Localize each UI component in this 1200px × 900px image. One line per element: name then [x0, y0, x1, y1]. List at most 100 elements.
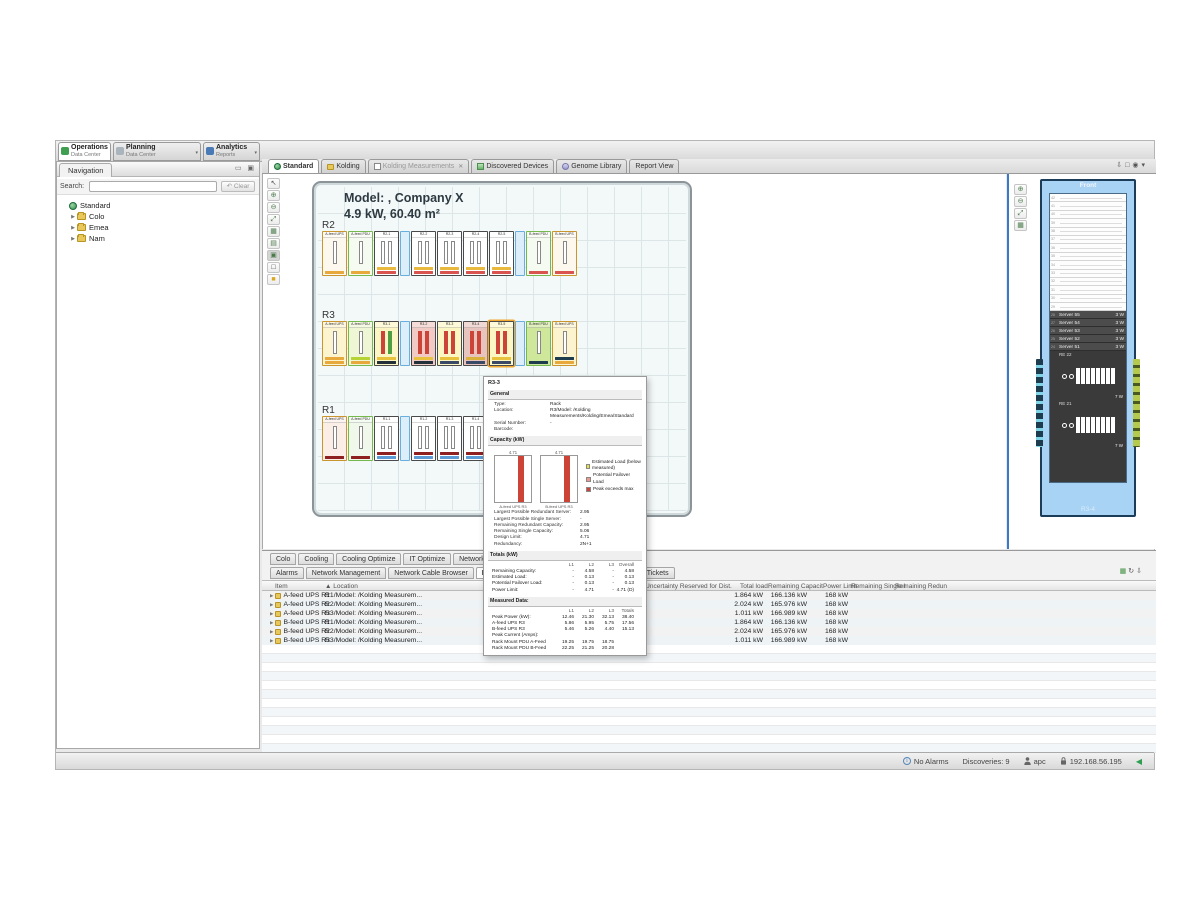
- rack-r2-5[interactable]: R2-5: [489, 231, 514, 276]
- expand-arrow-icon[interactable]: ▶: [270, 593, 273, 599]
- editor-tab-kolding-measurements[interactable]: Kolding Measurements✕: [368, 159, 470, 173]
- rack-r3-1[interactable]: R3-1: [374, 321, 399, 366]
- column-header-remaining-capacit[interactable]: Remaining Capacit: [768, 583, 823, 590]
- table-row[interactable]: ▶B-feed UPS R1R1/Model: /Kolding Measure…: [262, 618, 1156, 627]
- bottom-tab-network-cable-browser[interactable]: Network Cable Browser: [388, 567, 474, 579]
- status-user[interactable]: apc: [1024, 757, 1046, 766]
- close-icon[interactable]: ✕: [458, 163, 463, 170]
- bottom-tab-cooling[interactable]: Cooling: [298, 553, 334, 565]
- rack-a-feed-ups[interactable]: A-feed UPS: [322, 416, 347, 461]
- rack-r3-5[interactable]: R3-5: [489, 321, 514, 366]
- editor-tab-report-view[interactable]: Report View: [629, 159, 679, 173]
- rack-unit-server[interactable]: 28Server 553 W: [1050, 311, 1126, 319]
- export-icon[interactable]: ⇩: [1136, 568, 1144, 575]
- rack-r1-3[interactable]: R1-3: [437, 416, 462, 461]
- bottom-tab-network-management[interactable]: Network Management: [306, 567, 386, 579]
- tree-item-colo[interactable]: ▶Colo: [61, 211, 251, 222]
- search-input[interactable]: [89, 181, 217, 192]
- tree-item-nam[interactable]: ▶Nam: [61, 233, 251, 244]
- editor-tab-standard[interactable]: Standard: [268, 159, 319, 173]
- status-expand-arrow[interactable]: ◀: [1136, 757, 1142, 766]
- rack-r2-1[interactable]: R2-1: [374, 231, 399, 276]
- table-row[interactable]: ▶A-feed UPS R2R2/Model: /Kolding Measure…: [262, 600, 1156, 609]
- editor-tab-kolding[interactable]: Kolding: [321, 159, 365, 173]
- rack-b-feed-ups[interactable]: B-feed UPS: [552, 231, 577, 276]
- fit-icon[interactable]: ⤢: [1014, 208, 1027, 219]
- column-header--location[interactable]: ▲ Location: [325, 583, 358, 590]
- fit-icon[interactable]: ⤢: [267, 214, 280, 225]
- rack-b-feed-ups[interactable]: B-feed UPS: [552, 321, 577, 366]
- table-row[interactable]: ▶B-feed UPS R2R2/Model: /Kolding Measure…: [262, 627, 1156, 636]
- expand-arrow-icon[interactable]: ▶: [270, 611, 273, 617]
- status-host[interactable]: 192.168.56.195: [1060, 757, 1122, 766]
- blade-chassis[interactable]: [1050, 407, 1126, 443]
- menu-down-icon[interactable]: ▾: [1141, 162, 1148, 169]
- rack-a-feed-pdu[interactable]: A-feed PDU: [348, 231, 373, 276]
- rack-a-feed-ups[interactable]: A-feed UPS: [322, 321, 347, 366]
- zoom-in-icon[interactable]: ⊕: [267, 190, 280, 201]
- column-header-remaining-redun[interactable]: Remaining Redun: [895, 583, 947, 590]
- rack-r1-2[interactable]: R1-2: [411, 416, 436, 461]
- rack-unit-server[interactable]: 24Server 513 W: [1050, 343, 1126, 351]
- editor-tab-discovered-devices[interactable]: Discovered Devices: [471, 159, 554, 173]
- zoom-out-icon[interactable]: ⊖: [267, 202, 280, 213]
- layer-icon[interactable]: ▣: [267, 250, 280, 261]
- rack-unit-server[interactable]: 27Server 543 W: [1050, 319, 1126, 327]
- table-row[interactable]: ▶A-feed UPS R3R3/Model: /Kolding Measure…: [262, 609, 1156, 618]
- rack-r1-1[interactable]: R1-1: [374, 416, 399, 461]
- rack-a-feed-pdu[interactable]: A-feed PDU: [348, 321, 373, 366]
- expand-arrow-icon[interactable]: ▶: [270, 638, 273, 644]
- zoom-in-icon[interactable]: ⊕: [1014, 184, 1027, 195]
- perspective-tab-operations[interactable]: OperationsData Center: [58, 142, 111, 161]
- clear-button[interactable]: ↶ Clear: [221, 181, 255, 192]
- table-row[interactable]: ▶B-feed UPS R3R3/Model: /Kolding Measure…: [262, 636, 1156, 645]
- grid-icon[interactable]: ▦: [1014, 220, 1027, 231]
- table-icon[interactable]: ▤: [267, 238, 280, 249]
- tab-navigation[interactable]: Navigation: [59, 163, 112, 177]
- expand-arrow-icon[interactable]: ▶: [270, 629, 273, 635]
- rack-r3-4[interactable]: R3-4: [463, 321, 488, 366]
- grid-green-icon[interactable]: ▦: [1120, 568, 1129, 575]
- rack-elevation-frame[interactable]: Front 424140393837363534333231302928Serv…: [1040, 179, 1136, 517]
- rack-b-feed-pdu[interactable]: B-feed PDU: [526, 231, 551, 276]
- zoom-out-icon[interactable]: ⊖: [1014, 196, 1027, 207]
- rack-cooling[interactable]: [515, 231, 525, 276]
- rack-a-feed-ups[interactable]: A-feed UPS: [322, 231, 347, 276]
- bottom-tab-it-optimize[interactable]: IT Optimize: [403, 553, 451, 565]
- perspective-tab-analytics[interactable]: AnalyticsReports▾: [203, 142, 260, 161]
- column-header-item[interactable]: Item: [275, 583, 288, 590]
- export-icon[interactable]: ⇩: [1116, 162, 1125, 169]
- column-header-total-load[interactable]: Total load: [740, 583, 768, 590]
- rack-r3-2[interactable]: R3-2: [411, 321, 436, 366]
- rack-r2-2[interactable]: R2-2: [411, 231, 436, 276]
- bottom-tab-cooling-optimize[interactable]: Cooling Optimize: [336, 553, 401, 565]
- rack-cooling[interactable]: [400, 321, 410, 366]
- refresh-icon[interactable]: ↻: [1128, 568, 1136, 575]
- bottom-tab-colo[interactable]: Colo: [270, 553, 296, 565]
- panel-window-icons[interactable]: ▭ ▣: [235, 164, 256, 172]
- expand-arrow-icon[interactable]: ▶: [270, 602, 273, 608]
- tree-item-root[interactable]: Standard: [61, 200, 251, 211]
- tree-item-emea[interactable]: ▶Emea: [61, 222, 251, 233]
- grid-icon[interactable]: ▦: [267, 226, 280, 237]
- bottom-tab-alarms[interactable]: Alarms: [270, 567, 304, 579]
- rack-cooling[interactable]: [515, 321, 525, 366]
- editor-tab-genome-library[interactable]: Genome Library: [556, 159, 627, 173]
- status-alarms[interactable]: iNo Alarms: [903, 757, 949, 766]
- rack-cooling[interactable]: [400, 416, 410, 461]
- rack-b-feed-pdu[interactable]: B-feed PDU: [526, 321, 551, 366]
- rack-r2-4[interactable]: R2-4: [463, 231, 488, 276]
- rack-unit-server[interactable]: 26Server 533 W: [1050, 327, 1126, 335]
- table-row[interactable]: ▶A-feed UPS R1R1/Model: /Kolding Measure…: [262, 591, 1156, 600]
- perspective-tab-planning[interactable]: PlanningData Center▾: [113, 142, 201, 161]
- blade-chassis[interactable]: [1050, 358, 1126, 394]
- highlight-icon[interactable]: ■: [267, 274, 280, 285]
- rack-r2-3[interactable]: R2-3: [437, 231, 462, 276]
- status-discoveries[interactable]: Discoveries: 9: [963, 757, 1010, 766]
- select-icon[interactable]: ↖: [267, 178, 280, 189]
- rack-unit-server[interactable]: 25Server 523 W: [1050, 335, 1126, 343]
- expand-arrow-icon[interactable]: ▶: [270, 620, 273, 626]
- rack-a-feed-pdu[interactable]: A-feed PDU: [348, 416, 373, 461]
- rack-cooling[interactable]: [400, 231, 410, 276]
- page-icon[interactable]: □: [267, 262, 280, 273]
